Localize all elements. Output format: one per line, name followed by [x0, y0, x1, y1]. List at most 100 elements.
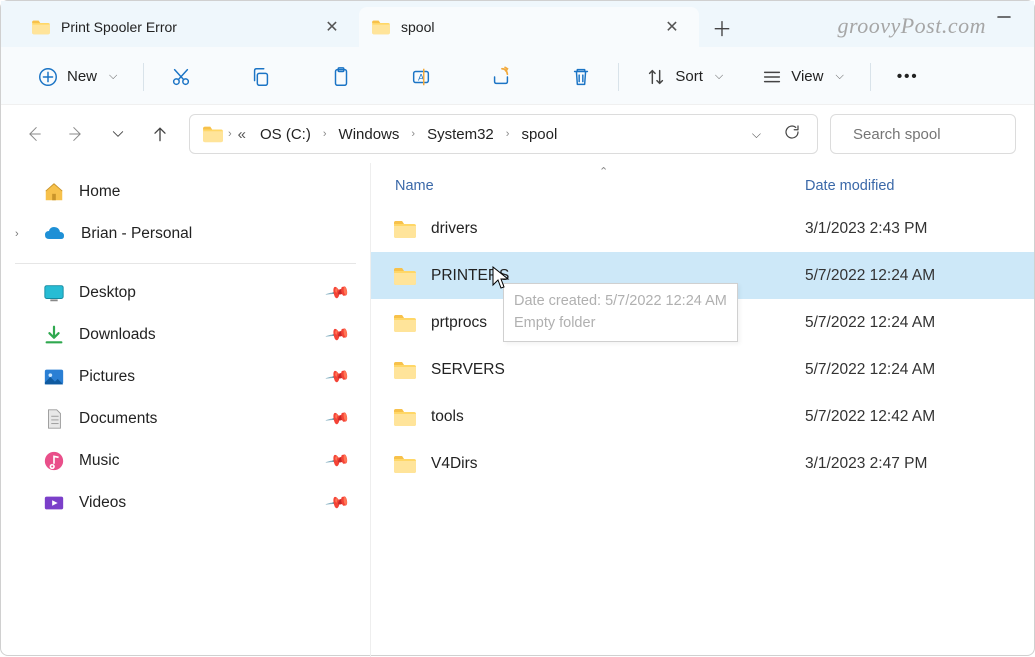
chevron-right-icon: › — [228, 128, 232, 140]
new-tab-button[interactable]: ＋ — [699, 7, 745, 47]
breadcrumb-root[interactable]: OS (C:) — [252, 126, 319, 143]
sidebar-item-label: Brian - Personal — [81, 225, 192, 243]
sidebar-item-downloads[interactable]: Downloads 📌 — [1, 314, 370, 356]
search-input[interactable] — [853, 126, 1035, 143]
folder-icon — [371, 19, 391, 35]
table-row[interactable]: V4Dirs3/1/2023 2:47 PM — [371, 440, 1034, 487]
pin-icon: 📌 — [324, 321, 352, 349]
file-name: prtprocs — [431, 314, 487, 332]
sidebar-item-documents[interactable]: Documents 📌 — [1, 398, 370, 440]
address-bar[interactable]: › « OS (C:) › Windows › System32 › spool… — [189, 114, 818, 154]
breadcrumb-item[interactable]: spool — [513, 126, 565, 143]
recent-button[interactable] — [107, 123, 129, 145]
cursor-icon — [491, 265, 511, 291]
chevron-right-icon: › — [506, 128, 510, 140]
cloud-icon — [43, 222, 67, 246]
sort-button[interactable]: Sort ⌵ — [635, 58, 733, 96]
clipboard-icon — [330, 66, 352, 88]
pin-icon: 📌 — [324, 279, 352, 307]
folder-icon — [393, 454, 417, 474]
music-icon — [43, 450, 65, 472]
titlebar: Print Spooler Error ✕ spool ✕ ＋ groovyPo… — [1, 1, 1034, 47]
table-row[interactable]: drivers3/1/2023 2:43 PM — [371, 205, 1034, 252]
sidebar-item-label: Desktop — [79, 284, 136, 302]
trash-icon — [570, 66, 592, 88]
table-row[interactable]: SERVERS 5/7/2022 12:24 AM — [371, 346, 1034, 393]
sidebar-item-desktop[interactable]: Desktop 📌 — [1, 272, 370, 314]
search-box[interactable] — [830, 114, 1016, 154]
file-name: SERVERS — [431, 361, 505, 379]
back-button[interactable] — [23, 123, 45, 145]
tooltip: Date created: 5/7/2022 12:24 AM Empty fo… — [503, 283, 738, 342]
sidebar-item-label: Documents — [79, 410, 157, 428]
close-icon[interactable]: ✕ — [319, 14, 345, 40]
chevron-right-icon[interactable]: › — [15, 228, 19, 240]
new-button[interactable]: New ⌵ — [27, 58, 127, 96]
folder-icon — [31, 19, 51, 35]
sidebar-item-onedrive[interactable]: › Brian - Personal — [1, 213, 370, 255]
breadcrumb-item[interactable]: Windows — [331, 126, 408, 143]
view-label: View — [791, 68, 823, 85]
minimize-button[interactable] — [984, 7, 1024, 27]
breadcrumb-item[interactable]: System32 — [419, 126, 502, 143]
copy-icon — [250, 66, 272, 88]
pin-icon: 📌 — [324, 447, 352, 475]
more-button[interactable]: ••• — [887, 58, 929, 96]
tab-print-spooler-error[interactable]: Print Spooler Error ✕ — [19, 7, 359, 47]
column-header-name[interactable]: Name — [371, 178, 801, 194]
table-row[interactable]: tools5/7/2022 12:42 AM — [371, 393, 1034, 440]
sidebar-item-label: Downloads — [79, 326, 156, 344]
scissors-icon — [170, 66, 192, 88]
view-button[interactable]: View ⌵ — [751, 58, 854, 96]
delete-button[interactable] — [560, 58, 602, 96]
copy-button[interactable] — [240, 58, 282, 96]
pictures-icon — [43, 366, 65, 388]
download-icon — [43, 324, 65, 346]
share-button[interactable] — [480, 58, 522, 96]
column-header-date[interactable]: Date modified — [801, 178, 1034, 194]
folder-icon — [393, 266, 417, 286]
breadcrumb-overflow[interactable]: « — [236, 126, 248, 143]
chevron-down-icon: ⌵ — [109, 70, 117, 83]
paste-button[interactable] — [320, 58, 362, 96]
file-date: 5/7/2022 12:24 AM — [801, 361, 1034, 379]
main: Home › Brian - Personal Desktop 📌 Downlo… — [1, 163, 1034, 657]
toolbar: New ⌵ A Sort ⌵ View ⌵ ••• — [1, 47, 1034, 105]
divider — [15, 263, 356, 264]
content: ⌃ Name Date modified drivers3/1/2023 2:4… — [371, 163, 1034, 657]
file-date: 3/1/2023 2:47 PM — [801, 455, 1034, 473]
chevron-right-icon: › — [323, 128, 327, 140]
desktop-icon — [43, 282, 65, 304]
sidebar-item-home[interactable]: Home — [1, 171, 370, 213]
tooltip-line: Empty folder — [514, 312, 727, 334]
sidebar-item-pictures[interactable]: Pictures 📌 — [1, 356, 370, 398]
sidebar-item-videos[interactable]: Videos 📌 — [1, 482, 370, 524]
tab-label: spool — [401, 19, 649, 35]
document-icon — [43, 408, 65, 430]
divider — [618, 63, 619, 91]
sidebar-item-music[interactable]: Music 📌 — [1, 440, 370, 482]
chevron-right-icon: › — [411, 128, 415, 140]
sidebar-item-label: Pictures — [79, 368, 135, 386]
file-date: 5/7/2022 12:24 AM — [801, 314, 1034, 332]
folder-icon — [393, 313, 417, 333]
up-button[interactable] — [149, 123, 171, 145]
column-headers: ⌃ Name Date modified — [371, 167, 1034, 205]
sidebar-item-label: Home — [79, 183, 120, 201]
sidebar-item-label: Videos — [79, 494, 126, 512]
rename-button[interactable]: A — [400, 58, 442, 96]
pin-icon: 📌 — [324, 405, 352, 433]
close-icon[interactable]: ✕ — [659, 14, 685, 40]
folder-icon — [393, 219, 417, 239]
address-dropdown[interactable]: ⌵ — [742, 127, 771, 142]
list-icon — [761, 66, 783, 88]
divider — [143, 63, 144, 91]
file-name: drivers — [431, 220, 478, 238]
refresh-button[interactable] — [775, 123, 809, 145]
forward-button[interactable] — [65, 123, 87, 145]
cut-button[interactable] — [160, 58, 202, 96]
video-icon — [43, 492, 65, 514]
tab-label: Print Spooler Error — [61, 19, 309, 35]
tab-spool[interactable]: spool ✕ — [359, 7, 699, 47]
file-date: 5/7/2022 12:24 AM — [801, 267, 1034, 285]
